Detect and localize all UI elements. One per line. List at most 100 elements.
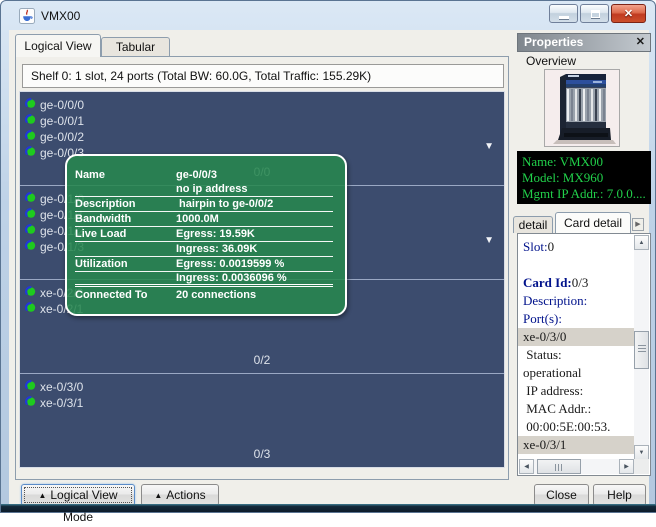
card-detail-line: Description: bbox=[518, 292, 635, 310]
port-label: ge-0/0/0 bbox=[40, 98, 84, 112]
scroll-left-icon[interactable]: ◀ bbox=[519, 459, 534, 474]
card-detail-text: operational bbox=[523, 365, 581, 380]
tooltip-field-label: Name bbox=[75, 169, 176, 181]
tooltip-field-label: Live Load bbox=[75, 228, 176, 240]
card-detail-text: Card Id: bbox=[523, 275, 572, 290]
port-item[interactable]: ge-0/0/2 bbox=[25, 129, 504, 145]
tooltip-field-value: hairpin to ge-0/0/2 bbox=[176, 198, 273, 210]
logical-view-mode-button[interactable]: ▲Logical View Mode bbox=[21, 484, 135, 506]
card-port-item[interactable]: xe-0/3/1 bbox=[518, 436, 635, 454]
slot-dropdown-icon[interactable]: ▼ bbox=[484, 236, 494, 246]
card-detail-text: xe-0/3/0 bbox=[523, 329, 566, 344]
actions-button[interactable]: ▲ Actions bbox=[141, 484, 219, 506]
window-bottom-edge bbox=[1, 504, 656, 512]
tooltip-field-value: Ingress: 0.0036096 % bbox=[176, 272, 287, 284]
close-button[interactable]: Close bbox=[534, 484, 589, 506]
tooltip-row: no ip address bbox=[75, 182, 333, 197]
tab-scroll-right-icon[interactable]: ▶ bbox=[632, 218, 644, 231]
port-label: ge-0/0/1 bbox=[40, 114, 84, 128]
port-status-icon bbox=[25, 130, 40, 144]
card-detail-content: Slot:0 Card Id:0/3Description:Port(s):xe… bbox=[518, 234, 635, 460]
restore-icon bbox=[591, 10, 600, 18]
window-controls: ✕ bbox=[549, 4, 646, 23]
minimize-icon bbox=[559, 16, 569, 19]
card-detail-text: Port(s): bbox=[523, 311, 562, 326]
properties-title: Properties bbox=[524, 35, 583, 49]
horizontal-scroll-thumb[interactable] bbox=[537, 459, 581, 474]
properties-header: Properties ✕ bbox=[517, 33, 651, 52]
tab-tabular-view[interactable]: Tabular View bbox=[101, 37, 170, 57]
port-status-icon bbox=[25, 98, 40, 112]
tooltip-row: Ingress: 0.0036096 % bbox=[75, 272, 333, 287]
port-status-icon bbox=[25, 396, 40, 410]
chassis-illustration bbox=[545, 70, 619, 146]
card-detail-line: IP address: bbox=[518, 382, 635, 400]
tooltip-field-label: Connected To bbox=[75, 289, 176, 301]
tab-logical-view[interactable]: Logical View bbox=[15, 34, 101, 57]
port-status-icon bbox=[25, 302, 40, 316]
port-status-icon bbox=[25, 286, 40, 300]
tab-shelf-detail[interactable]: detail bbox=[513, 216, 553, 233]
tooltip-field-value: Ingress: 36.09K bbox=[176, 243, 257, 255]
port-status-icon bbox=[25, 224, 40, 238]
port-item[interactable]: xe-0/3/0 bbox=[25, 379, 504, 395]
scrollbar-corner bbox=[634, 459, 649, 474]
horizontal-scrollbar[interactable]: ◀ ▶ bbox=[519, 459, 634, 474]
app-window: VMX00 ✕ Logical View Tabular View Shelf … bbox=[0, 0, 656, 513]
tooltip-row: Namege-0/0/3 bbox=[75, 167, 333, 182]
minimize-button[interactable] bbox=[549, 4, 578, 23]
card-detail-text: 00:00:5E:00:53. bbox=[523, 419, 610, 434]
card-detail-text: Slot: bbox=[523, 239, 548, 254]
thumb-grip bbox=[558, 464, 559, 471]
tab-card-detail[interactable]: Card detail bbox=[555, 212, 631, 233]
properties-close-icon[interactable]: ✕ bbox=[636, 34, 645, 51]
actions-label: Actions bbox=[166, 488, 205, 502]
up-triangle-icon: ▲ bbox=[154, 491, 162, 500]
scroll-up-icon[interactable]: ▲ bbox=[634, 235, 649, 250]
tooltip-row: Description hairpin to ge-0/0/2 bbox=[75, 197, 333, 212]
card-detail-line: MAC Addr.: bbox=[518, 400, 635, 418]
tooltip-row: UtilizationEgress: 0.0019599 % bbox=[75, 257, 333, 272]
titlebar[interactable]: VMX00 ✕ bbox=[1, 1, 655, 30]
tooltip-field-value: Egress: 19.59K bbox=[176, 228, 255, 240]
port-label: xe-0/3/1 bbox=[40, 396, 83, 410]
card-detail-text: IP address: bbox=[523, 383, 583, 398]
port-list: ge-0/0/0ge-0/0/1ge-0/0/2ge-0/0/3 bbox=[20, 92, 504, 161]
tooltip-field-label: Utilization bbox=[75, 258, 176, 270]
tooltip-field-label: Bandwidth bbox=[75, 213, 176, 225]
tooltip-field-value: ge-0/0/3 bbox=[176, 169, 217, 181]
vertical-scrollbar[interactable]: ▲ ▼ bbox=[634, 235, 649, 460]
port-status-icon bbox=[25, 208, 40, 222]
slot-dropdown-icon[interactable]: ▼ bbox=[484, 142, 494, 152]
close-window-button[interactable]: ✕ bbox=[611, 4, 646, 23]
port-item[interactable]: xe-0/3/1 bbox=[25, 395, 504, 411]
port-status-icon bbox=[25, 380, 40, 394]
scroll-down-icon[interactable]: ▼ bbox=[634, 445, 649, 460]
close-icon: ✕ bbox=[612, 7, 645, 20]
card-detail-line: Status: bbox=[518, 346, 635, 364]
slot-panel-0/3[interactable]: xe-0/3/0xe-0/3/10/3 bbox=[20, 374, 504, 467]
device-info-line: Mgmt IP Addr.: 7.0.0.... bbox=[522, 186, 651, 202]
port-item[interactable]: ge-0/0/1 bbox=[25, 113, 504, 129]
restore-button[interactable] bbox=[580, 4, 609, 23]
logical-view-panel: Shelf 0: 1 slot, 24 ports (Total BW: 60.… bbox=[15, 56, 509, 480]
device-info-panel: Name: VMX00Model: MX960Mgmt IP Addr.: 7.… bbox=[517, 151, 651, 204]
vertical-scroll-thumb[interactable] bbox=[634, 331, 649, 369]
help-button[interactable]: Help bbox=[593, 484, 646, 506]
scroll-right-icon[interactable]: ▶ bbox=[619, 459, 634, 474]
tooltip-row: Live LoadEgress: 19.59K bbox=[75, 227, 333, 242]
card-detail-text: xe-0/3/1 bbox=[523, 437, 566, 452]
port-item[interactable]: ge-0/0/0 bbox=[25, 97, 504, 113]
tooltip-row: Connected To20 connections bbox=[75, 287, 333, 302]
card-port-item[interactable]: xe-0/3/0 bbox=[518, 328, 635, 346]
tooltip-row: Bandwidth1000.0M bbox=[75, 212, 333, 227]
overview-label: Overview bbox=[526, 54, 576, 68]
device-info-line: Model: MX960 bbox=[522, 170, 651, 186]
tooltip-field-label: Description bbox=[75, 198, 176, 210]
tooltip-field-value: 20 connections bbox=[176, 289, 256, 301]
port-list: xe-0/3/0xe-0/3/1 bbox=[20, 374, 504, 411]
shelf-summary: Shelf 0: 1 slot, 24 ports (Total BW: 60.… bbox=[22, 64, 504, 88]
card-detail-line: 00:00:5E:00:53. bbox=[518, 418, 635, 436]
device-info-line: Name: VMX00 bbox=[522, 154, 651, 170]
port-tooltip: Namege-0/0/3no ip addressDescription hai… bbox=[65, 154, 347, 316]
